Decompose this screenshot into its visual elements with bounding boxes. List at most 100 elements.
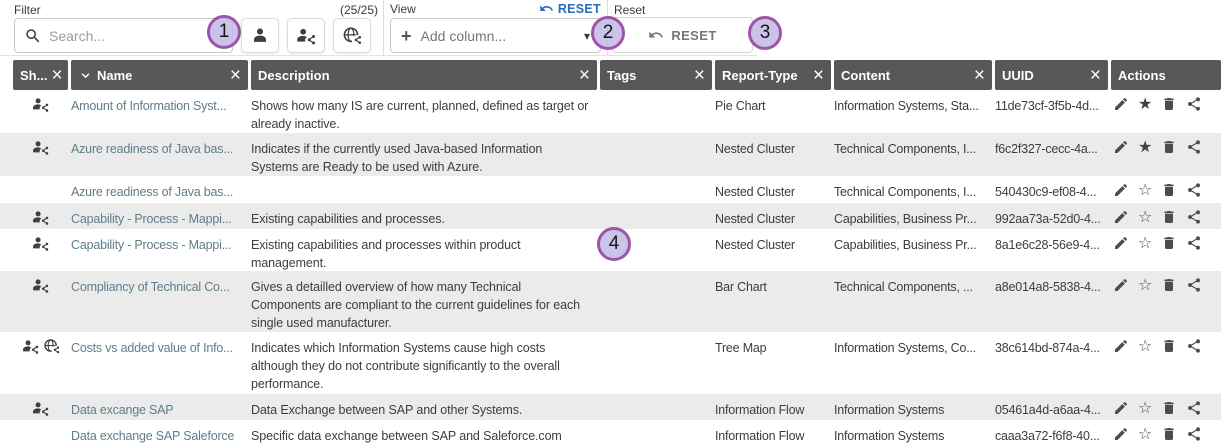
shared-status-cell [13, 271, 68, 332]
report-name-link[interactable]: Capability - Process - Mappi... [71, 229, 248, 271]
column-header-shared[interactable]: Sh... × [13, 60, 68, 90]
edit-icon[interactable] [1113, 138, 1129, 156]
table-row[interactable]: Compliancy of Technical Co... Gives a de… [0, 271, 1221, 332]
column-header-description[interactable]: Description × [251, 60, 597, 90]
close-column-icon[interactable]: × [226, 66, 241, 85]
favorite-star-icon[interactable]: ★ [1138, 138, 1152, 156]
row-actions: ☆ [1111, 420, 1221, 447]
report-name-link[interactable]: Compliancy of Technical Co... [71, 271, 248, 332]
close-column-icon[interactable]: × [970, 66, 985, 85]
shared-status-cell [13, 203, 68, 229]
delete-icon[interactable] [1161, 138, 1177, 156]
edit-icon[interactable] [1113, 208, 1129, 226]
share-icon[interactable] [1186, 181, 1202, 199]
delete-icon[interactable] [1161, 208, 1177, 226]
view-reset-link[interactable]: RESET [539, 1, 601, 16]
column-header-name[interactable]: Name × [71, 60, 248, 90]
person-share-icon [32, 139, 49, 176]
favorite-star-icon[interactable]: ☆ [1138, 399, 1152, 417]
share-icon[interactable] [1186, 399, 1202, 417]
report-name-link[interactable]: Data excange SAP [71, 394, 248, 420]
close-column-icon[interactable]: × [575, 66, 590, 85]
share-icon[interactable] [1186, 95, 1202, 113]
column-header-report-type[interactable]: Report-Type × [715, 60, 831, 90]
report-description: Indicates if the currently used Java-bas… [251, 133, 597, 176]
my-reports-filter-button[interactable] [241, 18, 279, 53]
table-row[interactable]: Data excange SAP Data Exchange between S… [0, 394, 1221, 420]
share-icon[interactable] [1186, 138, 1202, 156]
delete-icon[interactable] [1161, 95, 1177, 113]
row-actions: ☆ [1111, 229, 1221, 271]
favorite-star-icon[interactable]: ☆ [1138, 208, 1152, 226]
edit-icon[interactable] [1113, 181, 1129, 199]
close-column-icon[interactable]: × [1086, 66, 1101, 85]
report-name-link[interactable]: Data exchange SAP Saleforce [71, 420, 248, 447]
add-column-dropdown[interactable]: + Add column... ▾ [390, 18, 601, 53]
column-header-tags[interactable]: Tags × [600, 60, 712, 90]
share-icon[interactable] [1186, 425, 1202, 443]
close-column-icon[interactable]: × [690, 66, 705, 85]
report-name-link[interactable]: Costs vs added value of Info... [71, 332, 248, 394]
edit-icon[interactable] [1113, 337, 1129, 355]
report-tags [600, 90, 712, 133]
report-content: Capabilities, Business Pr... [834, 203, 992, 229]
report-name-link[interactable]: Azure readiness of Java bas... [71, 133, 248, 176]
report-type: Nested Cluster [715, 133, 831, 176]
edit-icon[interactable] [1113, 276, 1129, 294]
favorite-star-icon[interactable]: ★ [1138, 95, 1152, 113]
edit-icon[interactable] [1113, 95, 1129, 113]
shared-status-cell [13, 420, 68, 447]
report-uuid: 38c614bd-874a-4... [995, 332, 1108, 394]
edit-icon[interactable] [1113, 399, 1129, 417]
report-uuid: 11de73cf-3f5b-4d... [995, 90, 1108, 133]
row-actions: ☆ [1111, 203, 1221, 229]
person-share-icon [32, 235, 49, 271]
close-column-icon[interactable]: × [809, 66, 824, 85]
close-column-icon[interactable]: × [47, 66, 62, 85]
report-description: Specific data exchange between SAP and S… [251, 420, 597, 447]
delete-icon[interactable] [1161, 399, 1177, 417]
shared-status-cell [13, 133, 68, 176]
toolbar-bottom-rule [0, 55, 757, 56]
user-icon [250, 26, 270, 46]
favorite-star-icon[interactable]: ☆ [1138, 337, 1152, 355]
public-reports-filter-button[interactable] [333, 18, 371, 53]
report-tags [600, 271, 712, 332]
report-uuid: 540430c9-ef08-4... [995, 176, 1108, 203]
delete-icon[interactable] [1161, 276, 1177, 294]
delete-icon[interactable] [1161, 425, 1177, 443]
favorite-star-icon[interactable]: ☆ [1138, 234, 1152, 252]
table-row[interactable]: Azure readiness of Java bas... Indicates… [0, 133, 1221, 176]
report-type: Information Flow [715, 420, 831, 447]
report-tags [600, 133, 712, 176]
favorite-star-icon[interactable]: ☆ [1138, 276, 1152, 294]
delete-icon[interactable] [1161, 234, 1177, 252]
search-input[interactable] [49, 28, 223, 44]
table-row[interactable]: Capability - Process - Mappi... Existing… [0, 203, 1221, 229]
share-icon[interactable] [1186, 337, 1202, 355]
share-icon[interactable] [1186, 234, 1202, 252]
report-name-link[interactable]: Azure readiness of Java bas... [71, 176, 248, 203]
search-box[interactable] [14, 18, 233, 53]
column-header-content[interactable]: Content × [834, 60, 992, 90]
table-row[interactable]: Costs vs added value of Info... Indicate… [0, 332, 1221, 394]
reset-button[interactable]: RESET [612, 17, 753, 53]
report-content: Information Systems [834, 394, 992, 420]
report-name-link[interactable]: Capability - Process - Mappi... [71, 203, 248, 229]
shared-reports-filter-button[interactable] [287, 18, 325, 53]
favorite-star-icon[interactable]: ☆ [1138, 425, 1152, 443]
table-row[interactable]: Data exchange SAP Saleforce Specific dat… [0, 420, 1221, 447]
edit-icon[interactable] [1113, 425, 1129, 443]
table-row[interactable]: Azure readiness of Java bas... Nested Cl… [0, 176, 1221, 203]
share-icon[interactable] [1186, 208, 1202, 226]
delete-icon[interactable] [1161, 337, 1177, 355]
table-row[interactable]: Amount of Information Syst... Shows how … [0, 90, 1221, 133]
edit-icon[interactable] [1113, 234, 1129, 252]
share-icon[interactable] [1186, 276, 1202, 294]
delete-icon[interactable] [1161, 181, 1177, 199]
report-name-link[interactable]: Amount of Information Syst... [71, 90, 248, 133]
column-header-uuid[interactable]: UUID × [995, 60, 1108, 90]
favorite-star-icon[interactable]: ☆ [1138, 181, 1152, 199]
globe-share-icon [43, 338, 60, 394]
table-header-row: Sh... × Name × Description × Tags × Repo… [0, 60, 1221, 90]
